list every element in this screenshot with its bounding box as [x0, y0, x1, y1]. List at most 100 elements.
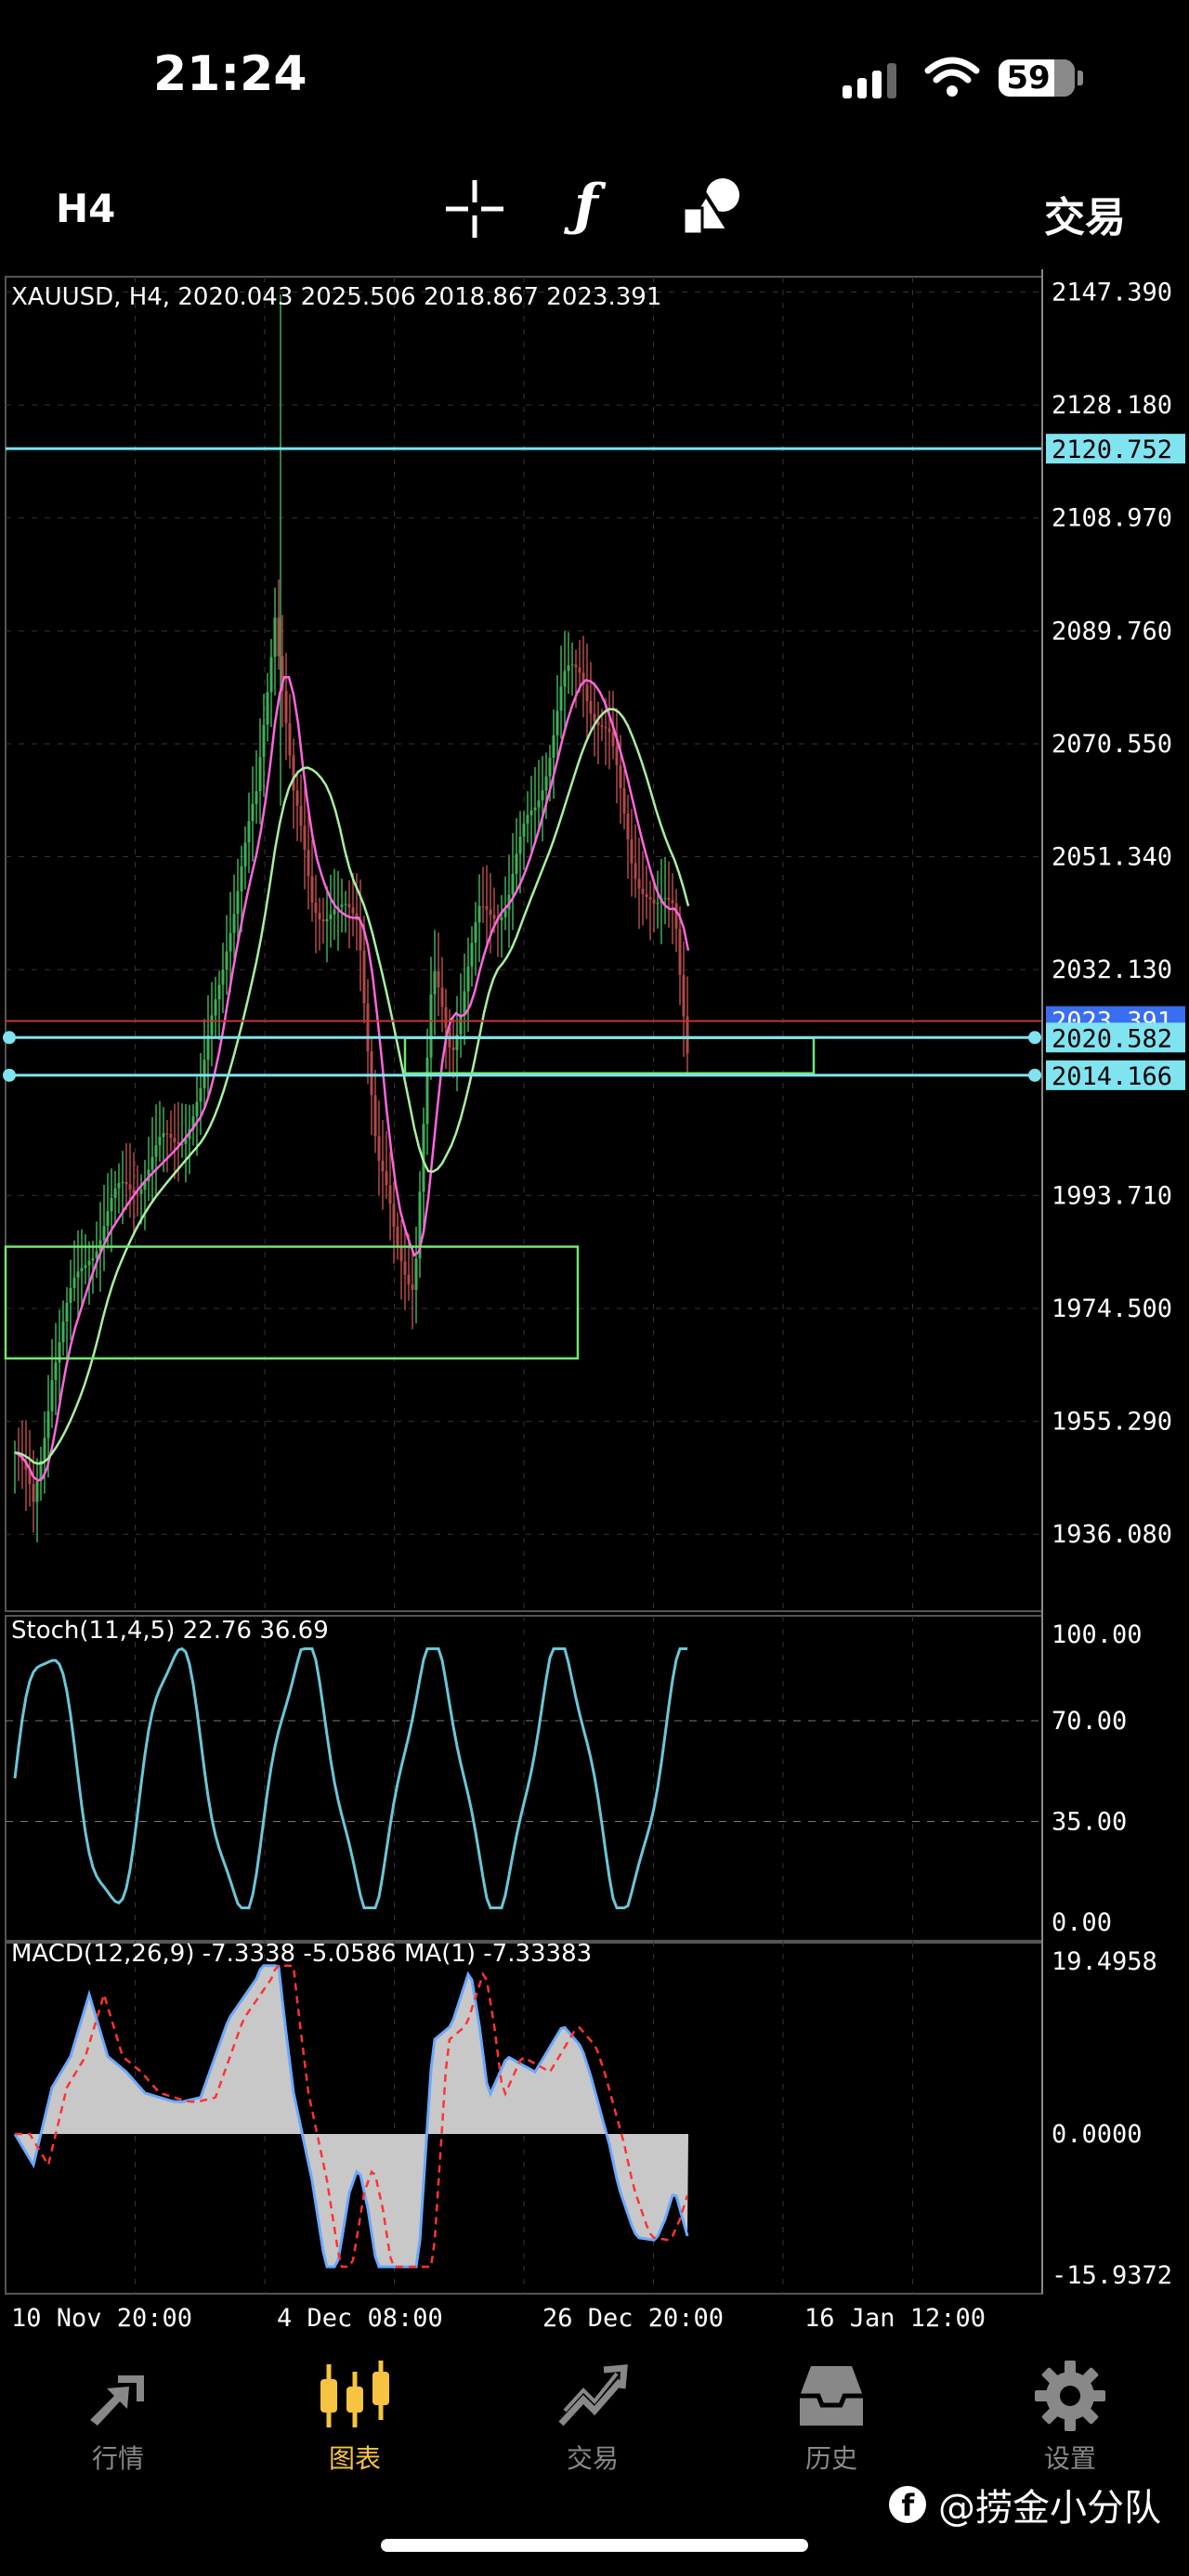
candle-body — [385, 1171, 388, 1186]
candle-body — [150, 1156, 154, 1170]
tab-trade[interactable]: 交易 — [523, 2359, 662, 2517]
candle-body — [634, 863, 637, 879]
candle-body — [154, 1145, 158, 1157]
price-tick-label: 1936.080 — [1052, 1520, 1172, 1549]
candle-body — [593, 713, 596, 722]
candle-body — [124, 1182, 128, 1185]
candle-body — [437, 970, 440, 988]
crosshair-icon[interactable] — [444, 178, 505, 240]
tab-history[interactable]: 历史 — [762, 2359, 901, 2517]
candle-body — [600, 725, 604, 727]
watermark-text: @捞金小分队 — [938, 2487, 1161, 2530]
candle-body — [615, 746, 619, 765]
candle-body — [128, 1184, 132, 1190]
candle-body — [533, 807, 537, 811]
battery-level: 59 — [1006, 59, 1051, 97]
stoch-line — [13, 1646, 687, 1909]
objects-icon[interactable] — [680, 175, 745, 240]
candle-body — [255, 791, 258, 804]
candle-body — [43, 1438, 46, 1461]
candle-body — [240, 866, 243, 891]
quotes-icon — [90, 2375, 144, 2426]
level-label: 2120.752 — [1052, 436, 1172, 464]
candle-body — [35, 1480, 39, 1503]
candle-body — [121, 1182, 124, 1184]
candle-body — [522, 823, 526, 837]
stochastic-panel — [13, 1646, 687, 1909]
function-icon[interactable]: ƒ — [574, 173, 598, 238]
price-tick-label: 1955.290 — [1052, 1408, 1172, 1437]
candle-body — [321, 919, 325, 922]
candle-body — [110, 1198, 113, 1212]
candle-body — [232, 914, 236, 933]
candle-body — [221, 969, 225, 985]
candle-body — [511, 874, 515, 895]
candle-body — [139, 1190, 143, 1194]
tab-quotes[interactable]: 行情 — [48, 2359, 188, 2517]
candle-body — [347, 904, 351, 908]
candle-body — [377, 1136, 381, 1161]
candle-body — [333, 909, 336, 915]
status-time: 21:24 — [153, 46, 307, 102]
time-tick-label: 4 Dec 08:00 — [277, 2304, 443, 2333]
candle-body — [559, 686, 563, 711]
chart-area[interactable]: 2147.390 2128.180 2108.970 2089.760 2070.550… — [0, 269, 1189, 2340]
candle-body — [429, 994, 433, 1058]
macd-header: MACD(12,26,9) -7.3338 -5.0586 MA(1) -7.3… — [11, 1940, 592, 1968]
candle-body — [608, 728, 611, 733]
candle-body — [195, 1101, 199, 1117]
candle-body — [292, 755, 295, 791]
candle-body — [663, 897, 667, 899]
candle-body — [518, 836, 522, 854]
candle-body — [667, 897, 671, 901]
candle-body — [671, 900, 674, 904]
candle-body — [80, 1268, 84, 1272]
candle-body — [169, 1133, 173, 1138]
candle-body — [199, 1087, 203, 1102]
tab-settings-label: 设置 — [1043, 2443, 1096, 2474]
tab-quotes-label: 行情 — [91, 2443, 144, 2474]
chart-icon — [320, 2361, 389, 2427]
candle-body — [619, 764, 622, 788]
tab-chart-label: 图表 — [328, 2443, 381, 2474]
stoch-tick-label: 0.00 — [1052, 1908, 1112, 1937]
candle-body — [500, 917, 503, 921]
candle-body — [158, 1137, 162, 1146]
candle-body — [440, 987, 444, 1008]
candle-body — [91, 1257, 95, 1261]
candle-body — [32, 1484, 35, 1503]
candle-body — [217, 984, 221, 1000]
tab-chart[interactable]: 图表 — [285, 2359, 425, 2517]
candle-body — [117, 1182, 121, 1189]
macd-tick-label: -15.9372 — [1052, 2261, 1172, 2290]
timeframe-button[interactable]: H4 — [56, 186, 115, 231]
trade-button[interactable]: 交易 — [1044, 184, 1126, 243]
candle-body — [578, 667, 581, 673]
tab-trade-label: 交易 — [566, 2443, 619, 2474]
candle-body — [541, 790, 544, 800]
price-tick-label: 2032.130 — [1052, 956, 1172, 984]
level-handle-left — [3, 1031, 16, 1045]
macd-panel — [13, 1964, 689, 2269]
candle-body — [477, 905, 481, 923]
time-tick-label: 26 Dec 20:00 — [542, 2304, 724, 2333]
candle-body — [489, 909, 492, 916]
candle-body — [399, 1246, 403, 1262]
candle-body — [622, 787, 626, 814]
candle-body — [106, 1211, 110, 1227]
horizontal-levels[interactable] — [3, 447, 1042, 1082]
moving-averages — [14, 676, 690, 1482]
candle-body — [165, 1133, 169, 1135]
candle-body — [206, 1034, 210, 1060]
candle-body — [381, 1160, 385, 1172]
candle-body — [284, 690, 288, 723]
price-tick-label: 2147.390 — [1052, 279, 1172, 307]
candle-body — [370, 1051, 373, 1096]
price-axis: 2147.390 2128.180 2108.970 2089.760 2070.550… — [1041, 269, 1185, 2294]
tab-history-label: 历史 — [804, 2443, 857, 2474]
price-tick-label: 2089.760 — [1052, 617, 1172, 645]
ma-fast-line — [14, 676, 690, 1482]
candle-body — [162, 1133, 165, 1138]
candle-body — [563, 670, 567, 687]
status-bar: 21:24 59 — [0, 0, 1189, 158]
